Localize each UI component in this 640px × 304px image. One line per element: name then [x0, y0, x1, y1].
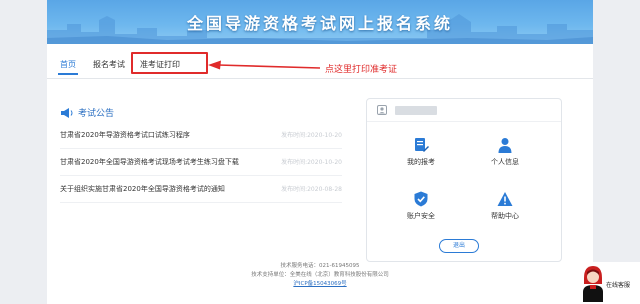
notice-time: 发布时间:2020-10-20: [281, 132, 342, 139]
document-edit-icon: [415, 138, 429, 152]
online-customer-service-widget[interactable]: 在线客服: [579, 262, 640, 304]
shield-check-icon: [414, 191, 428, 207]
account-security-button[interactable]: 账户安全: [391, 191, 451, 221]
site-title: 全国导游资格考试网上报名系统: [186, 14, 453, 33]
notices-heading-text: 考试公告: [78, 109, 115, 119]
my-registration-button[interactable]: 我的报考: [391, 137, 451, 167]
header-banner: 全国导游资格考试网上报名系统: [47, 0, 593, 44]
customer-service-avatar-icon: [583, 266, 603, 302]
help-center-label: 帮助中心: [491, 212, 519, 220]
help-center-button[interactable]: 帮助中心: [475, 191, 535, 221]
tab-register-exam[interactable]: 报名考试: [93, 59, 125, 70]
person-icon: [498, 138, 512, 153]
footer-icp-link[interactable]: 沪ICP备15043069号: [293, 281, 346, 287]
my-registration-label: 我的报考: [407, 158, 435, 166]
notice-time: 发布时间:2020-08-28: [281, 186, 342, 193]
warning-triangle-icon: [497, 192, 513, 206]
print-tab-highlight-box: [131, 52, 208, 74]
user-name-redacted: [395, 106, 437, 115]
personal-info-label: 个人信息: [491, 158, 519, 166]
footer: 技术服务电话：021-61945095 技术支持单位：全美在线（北京）教育科技股…: [47, 262, 593, 289]
notice-list: 甘肃省2020年导游资格考试口试练习程序 发布时间:2020-10-20 甘肃省…: [60, 122, 342, 203]
notice-time: 发布时间:2020-10-20: [281, 159, 342, 166]
footer-service-phone: 技术服务电话：021-61945095: [280, 263, 360, 269]
logout-button[interactable]: 退出: [439, 239, 479, 253]
notice-item[interactable]: 甘肃省2020年导游资格考试口试练习程序 发布时间:2020-10-20: [60, 122, 342, 149]
tab-home[interactable]: 首页: [58, 59, 78, 75]
footer-support-unit: 技术支持单位：全美在线（北京）教育科技股份有限公司: [251, 272, 389, 278]
notice-item[interactable]: 甘肃省2020年全国导游资格考试现场考试考生练习盘下载 发布时间:2020-10…: [60, 149, 342, 176]
customer-service-label: 在线客服: [606, 282, 631, 289]
notice-title[interactable]: 甘肃省2020年导游资格考试口试练习程序: [60, 130, 190, 140]
notice-item[interactable]: 关于组织实施甘肃省2020年全国导游资格考试的通知 发布时间:2020-08-2…: [60, 176, 342, 203]
page-container: 全国导游资格考试网上报名系统 首页 报名考试 准考证打印 点这里打印准考证 考试…: [47, 0, 593, 304]
megaphone-icon: [61, 108, 73, 118]
user-card-header: [367, 99, 561, 122]
user-card: 我的报考 个人信息 账户安全 帮助中心 退出: [366, 98, 562, 262]
notice-title[interactable]: 甘肃省2020年全国导游资格考试现场考试考生练习盘下载: [60, 157, 239, 167]
personal-info-button[interactable]: 个人信息: [475, 137, 535, 167]
user-avatar-icon: [377, 105, 387, 115]
notice-title[interactable]: 关于组织实施甘肃省2020年全国导游资格考试的通知: [60, 184, 225, 194]
annotation-text: 点这里打印准考证: [325, 65, 398, 75]
account-security-label: 账户安全: [407, 212, 435, 220]
